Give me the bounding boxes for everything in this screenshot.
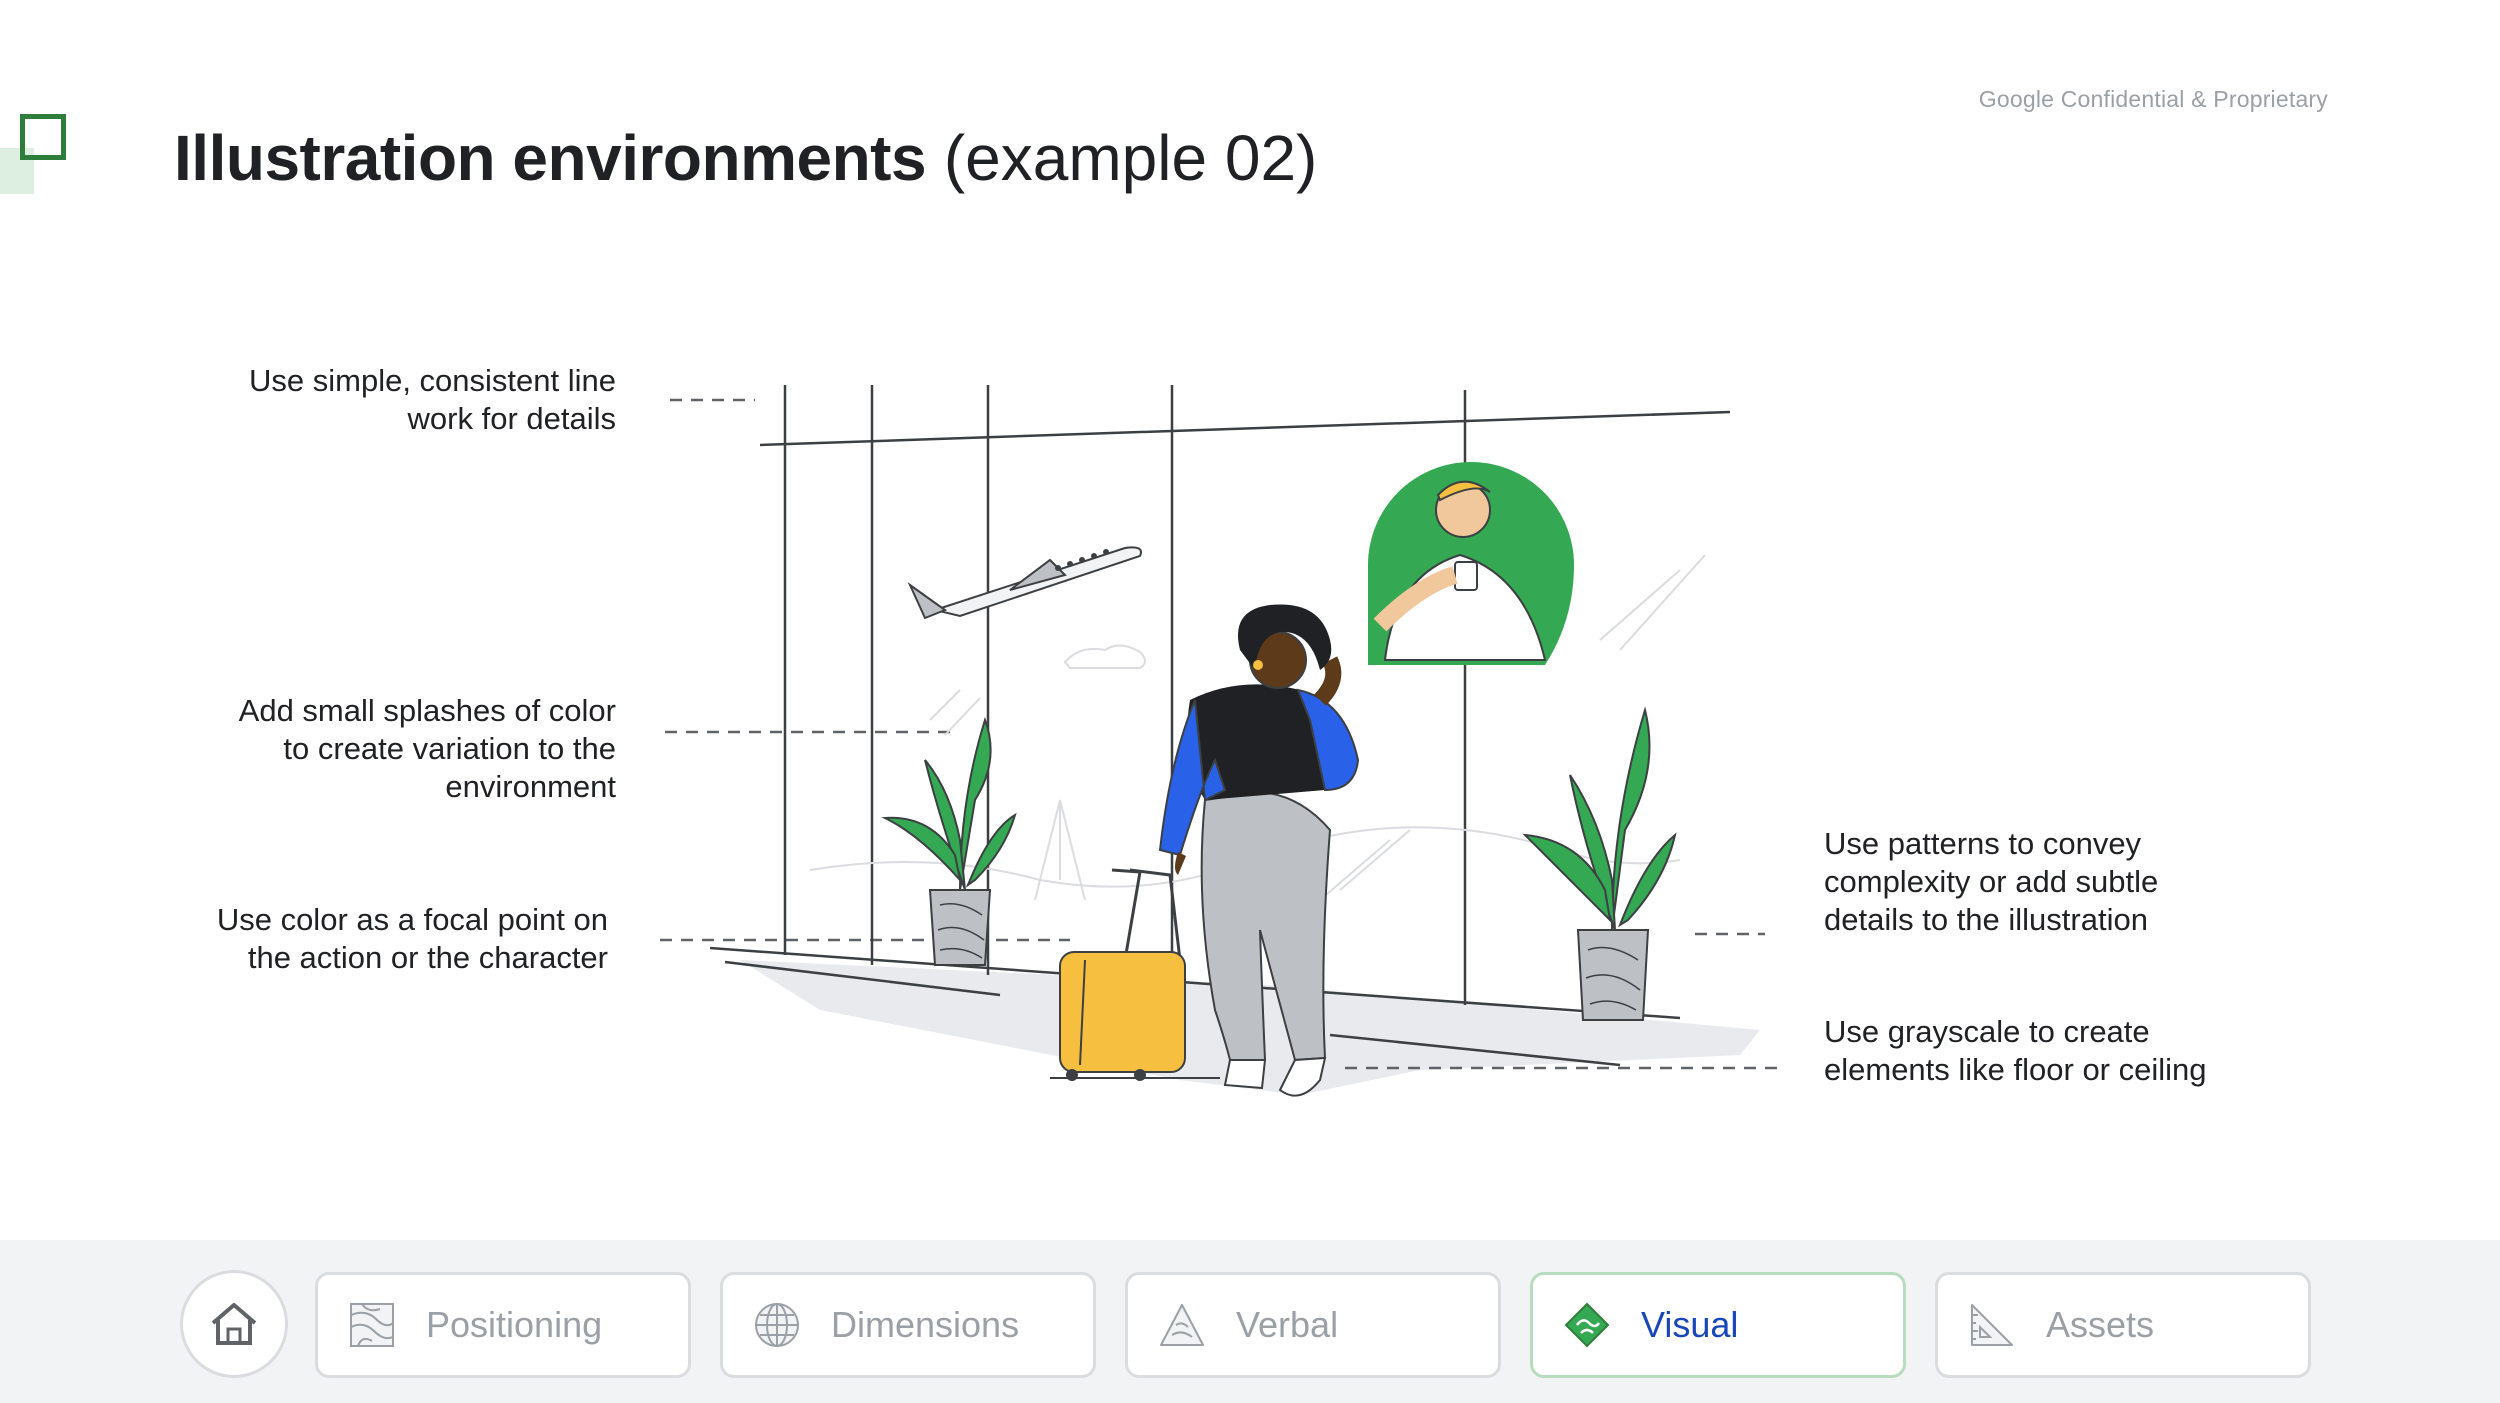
note-focal-point-line-2: the action or the character [247,940,608,975]
note-patterns-line-3: details to the illustration [1824,902,2148,937]
page-title: Illustration environments (example 02) [174,118,1317,198]
note-focal-point: Use color as a focal point on the action… [188,901,608,977]
airplane-illustration [907,546,1142,620]
nav-dimensions[interactable]: Dimensions [720,1272,1096,1378]
contour-map-icon [350,1303,394,1347]
note-color-splashes-line-2: to create variation to the [283,731,616,766]
nav-dimensions-label: Dimensions [831,1304,1020,1345]
woman-illustration [1158,604,1360,1097]
nav-assets[interactable]: Assets [1935,1272,2311,1378]
note-grayscale-line-2: elements like floor or ceiling [1824,1052,2207,1087]
title-light: (example 02) [943,122,1318,194]
nav-visual[interactable]: Visual [1530,1272,1906,1378]
nav-verbal[interactable]: Verbal [1125,1272,1501,1378]
note-color-splashes-line-1: Add small splashes of color [238,693,616,728]
portrait-illustration [1368,462,1574,665]
note-grayscale-line-1: Use grayscale to create [1824,1014,2150,1049]
globe-icon [755,1303,799,1347]
home-button[interactable] [180,1270,288,1378]
corner-mark [0,114,66,194]
confidential-label: Google Confidential & Proprietary [1978,86,2328,112]
note-patterns-line-2: complexity or add subtle [1824,864,2159,899]
leader-lines [660,398,1780,1070]
note-line-work-line-2: work for details [407,401,616,436]
background-sketch [809,554,1706,901]
note-patterns-line-1: Use patterns to convey [1824,826,2142,861]
window-frame [709,385,1731,1067]
nav-positioning[interactable]: Positioning [315,1272,691,1378]
floor-shadow [740,960,1760,1095]
triangle-icon [1160,1304,1204,1346]
corner-mark-square [20,114,66,160]
note-patterns: Use patterns to convey complexity or add… [1824,825,2284,939]
plant-right [1522,706,1677,1021]
note-color-splashes-line-3: environment [445,769,616,804]
plant-left [881,716,1017,966]
diamond-icon [1564,1302,1610,1348]
nav-positioning-label: Positioning [426,1304,603,1345]
nav-assets-label: Assets [2046,1304,2155,1345]
note-grayscale: Use grayscale to create elements like fl… [1824,1013,2284,1089]
nav-verbal-label: Verbal [1236,1304,1339,1345]
note-color-splashes: Add small splashes of color to create va… [196,692,616,806]
note-line-work: Use simple, consistent line work for det… [196,362,616,438]
note-focal-point-line-1: Use color as a focal point on [216,902,608,937]
suitcase-illustration [1050,868,1220,1081]
note-line-work-line-1: Use simple, consistent line [249,363,616,398]
ruler-triangle-icon [1971,1304,2013,1346]
title-bold: Illustration environments [174,122,927,194]
nav-visual-label: Visual [1641,1304,1739,1345]
home-icon [211,1303,257,1345]
